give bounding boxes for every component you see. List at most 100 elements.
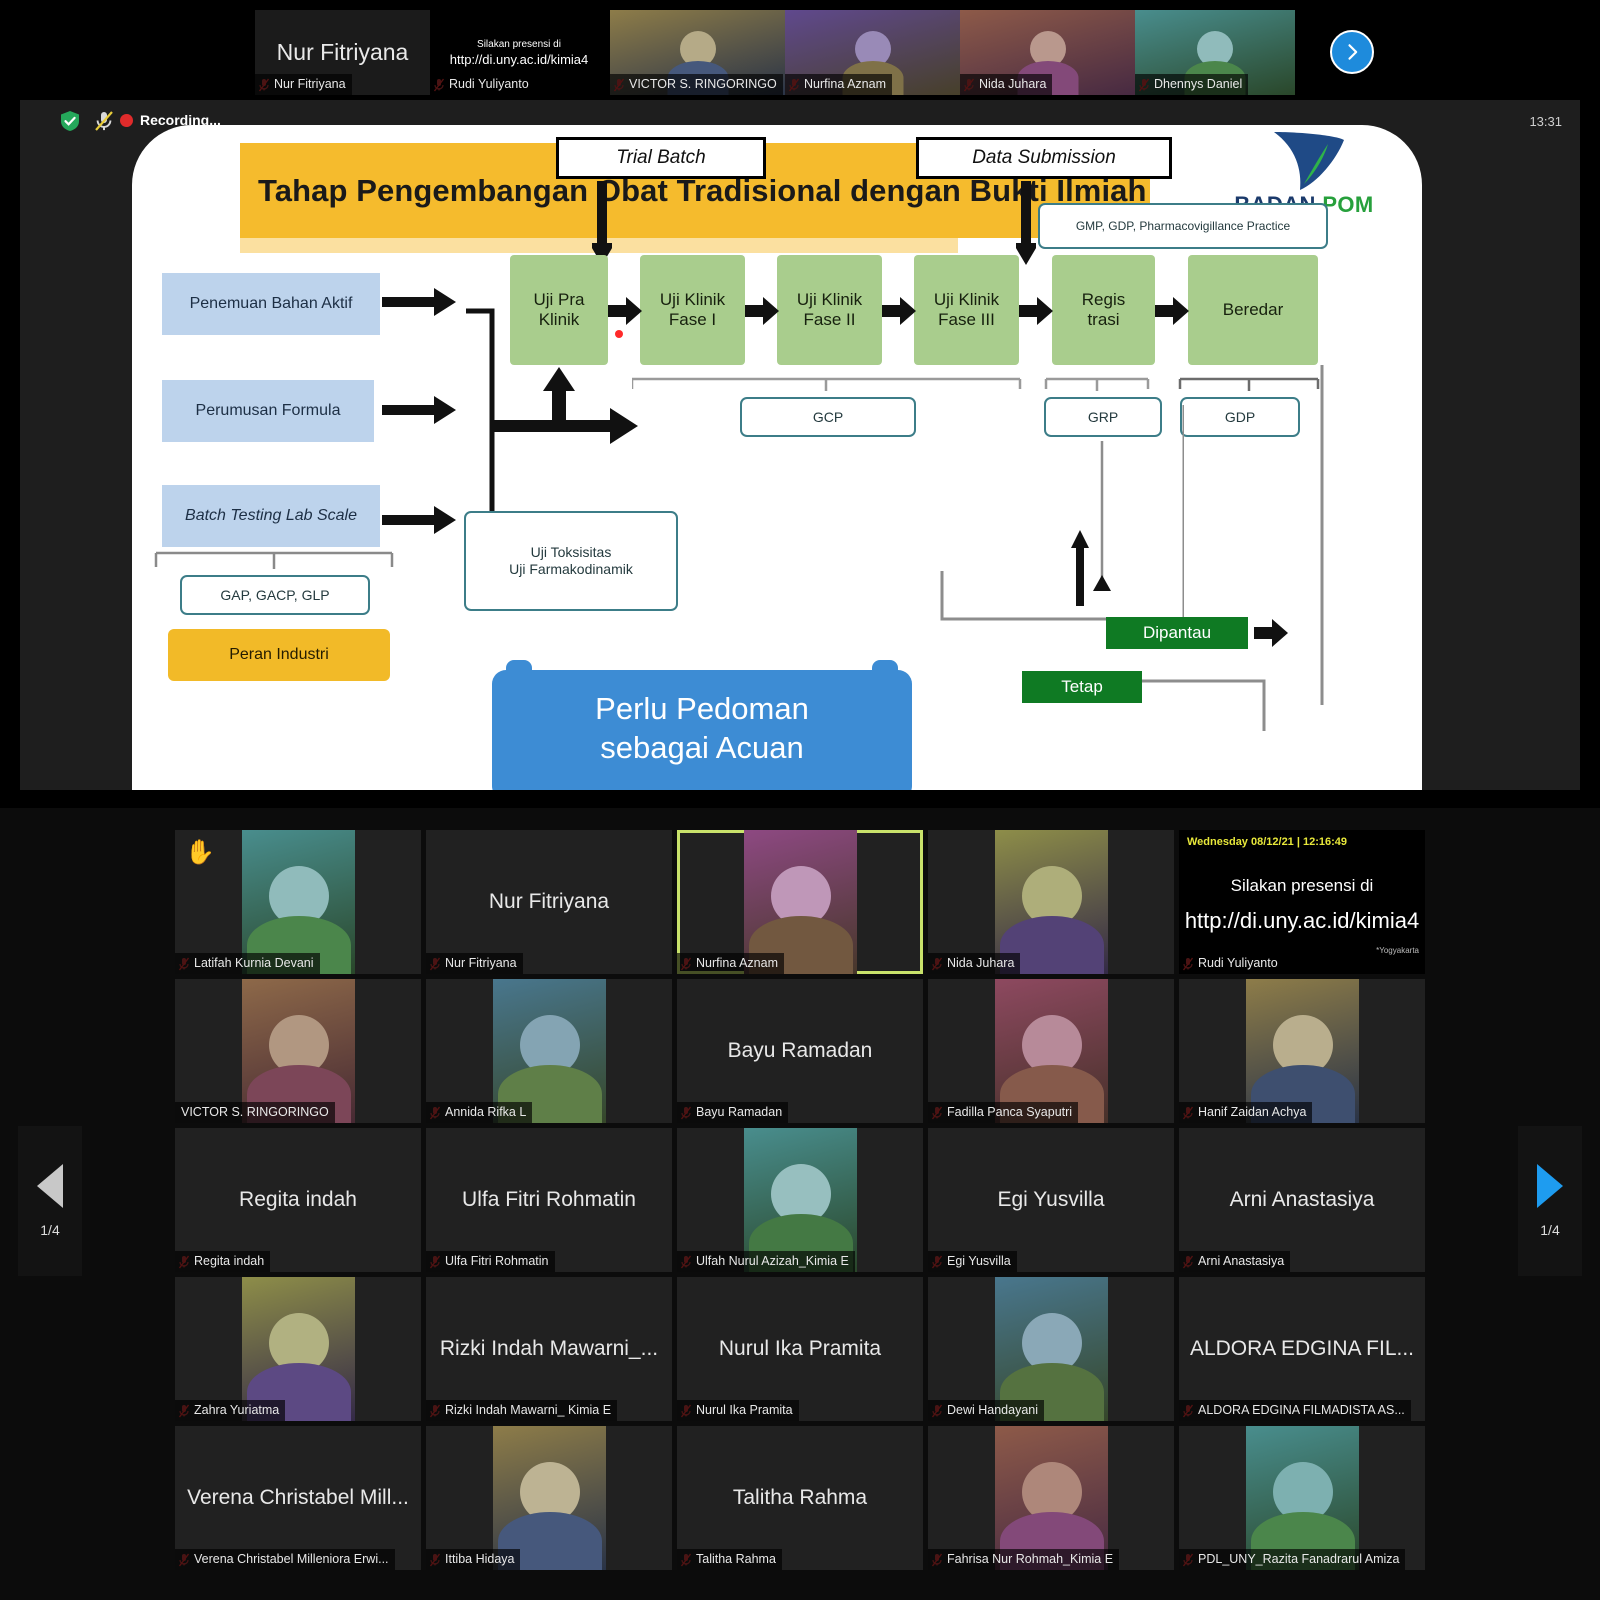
flow-box-2-line-1: Fase II (803, 310, 856, 329)
gallery-view-pane: 1/4 1/4 ✋ Latifah Kurnia Devani Nur Fitriy… (0, 800, 1600, 1600)
participant-gallery: 1/4 1/4 ✋ Latifah Kurnia Devani Nur Fitriy… (0, 808, 1600, 1600)
gallery-next-page-label: 1/4 (1540, 1222, 1560, 1238)
diagram-label-data-submission: Data Submission (916, 137, 1172, 179)
diagram-box-input-0: Penemuan Bahan Aktif (162, 273, 380, 335)
gallery-tile-17[interactable]: Nurul Ika Pramita Nurul Ika Pramita (677, 1277, 923, 1421)
flow-arrow-0 (608, 297, 642, 325)
toxicity-line-1: Uji Farmakodinamik (509, 561, 633, 577)
flow-box-3-line-1: Fase III (938, 310, 995, 329)
filmstrip-name-label-0: Nur Fitriyana (255, 74, 352, 95)
flow-box-3-line-0: Uji Klinik (933, 289, 1000, 309)
gallery-tile-3[interactable]: Nida Juhara (928, 830, 1174, 974)
filmstrip-tile-5[interactable]: Dhennys Daniel (1135, 10, 1295, 95)
gallery-name-label-1: Nur Fitriyana (426, 953, 523, 974)
callout-tab-left (506, 660, 532, 682)
gallery-name-label-2: Nurfina Aznam (677, 953, 784, 974)
flow-box-4-line-1: trasi (1087, 310, 1120, 329)
diagram-box-dipantau: Dipantau (1106, 617, 1248, 649)
flow-box-2-line-0: Uji Klinik (796, 289, 863, 309)
diagram-flow-box-2: Uji Klinik Fase II (777, 255, 882, 365)
gap-bracket (154, 551, 394, 569)
gallery-tile-9[interactable]: Hanif Zaidan Achya (1179, 979, 1425, 1123)
flow-arrow-1 (745, 297, 779, 325)
gallery-tile-11[interactable]: Ulfa Fitri Rohmatin Ulfa Fitri Rohmatin (426, 1128, 672, 1272)
gallery-tile-2[interactable]: Nurfina Aznam (677, 830, 923, 974)
gallery-name-label-11: Ulfa Fitri Rohmatin (426, 1251, 555, 1272)
gallery-name-label-19: ALDORA EDGINA FILMADISTA AS... (1179, 1400, 1411, 1421)
presensi-line-1: Silakan presensi di (477, 38, 561, 50)
meeting-clock: 13:31 (1529, 114, 1562, 129)
gallery-tile-4[interactable]: Wednesday 08/12/21 | 12:16:49 Silakan pre… (1179, 830, 1425, 974)
gallery-next-page-button[interactable]: 1/4 (1518, 1126, 1582, 1276)
gallery-tile-23[interactable]: Fahrisa Nur Rohmah_Kimia E (928, 1426, 1174, 1570)
diagram-flow-box-5: Beredar (1188, 255, 1318, 365)
gallery-name-label-16: Rizki Indah Mawarni_ Kimia E (426, 1400, 618, 1421)
gallery-name-label-9: Hanif Zaidan Achya (1179, 1102, 1313, 1123)
gallery-name-label-20: Verena Christabel Milleniora Erwi... (175, 1549, 395, 1570)
diagram-box-tetap: Tetap (1022, 671, 1142, 703)
shield-check-icon[interactable] (58, 109, 82, 133)
gallery-prev-page-button[interactable]: 1/4 (18, 1126, 82, 1276)
diagram-flow-box-3: Uji Klinik Fase III (914, 255, 1019, 365)
diagram-standard-gdp: GDP (1180, 397, 1300, 437)
gallery-tile-5[interactable]: VICTOR S. RINGORINGO (175, 979, 421, 1123)
gallery-tile-0[interactable]: ✋ Latifah Kurnia Devani (175, 830, 421, 974)
gallery-tile-16[interactable]: Rizki Indah Mawarni_... Rizki Indah Mawar… (426, 1277, 672, 1421)
filmstrip-tile-2[interactable]: VICTOR S. RINGORINGO (610, 10, 786, 95)
presentation-slide: Tahap Pengembangan Obat Tradisional deng… (132, 125, 1422, 790)
gallery-tile-10[interactable]: Regita indah Regita indah (175, 1128, 421, 1272)
gallery-name-label-18: Dewi Handayani (928, 1400, 1045, 1421)
filmstrip-tile-0[interactable]: Nur Fitriyana Nur Fitriyana (255, 10, 430, 95)
gallery-name-label-21: Ittiba Hidaya (426, 1549, 521, 1570)
gallery-tile-8[interactable]: Fadilla Panca Syaputri (928, 979, 1174, 1123)
gallery-tile-24[interactable]: PDL_UNY_Razita Fanadrarul Amiza (1179, 1426, 1425, 1570)
flow-box-5-line-0: Beredar (1222, 299, 1284, 319)
gallery-grid: ✋ Latifah Kurnia Devani Nur Fitriyana Nur F… (175, 830, 1425, 1570)
toxicity-up-arrow (543, 367, 575, 429)
cursor-dot-marker (615, 330, 623, 338)
gallery-name-label-23: Fahrisa Nur Rohmah_Kimia E (928, 1549, 1120, 1570)
standards-span-lines (632, 377, 1320, 391)
gallery-name-label-10: Regita indah (175, 1251, 271, 1272)
gallery-tile-14[interactable]: Arni Anastasiya Arni Anastasiya (1179, 1128, 1425, 1272)
filmstrip-name-label-3: Nurfina Aznam (785, 74, 892, 95)
gallery-tile-1[interactable]: Nur Fitriyana Nur Fitriyana (426, 830, 672, 974)
gallery-tile-18[interactable]: Dewi Handayani (928, 1277, 1174, 1421)
filmstrip-tile-4[interactable]: Nida Juhara (960, 10, 1135, 95)
flow-arrow-2 (882, 297, 916, 325)
diagram-flow-box-1: Uji Klinik Fase I (640, 255, 745, 365)
flow-box-4-line-0: Regis (1081, 289, 1126, 309)
gallery-name-label-12: Ulfah Nurul Azizah_Kimia E (677, 1251, 855, 1272)
gallery-name-label-17: Nurul Ika Pramita (677, 1400, 799, 1421)
chevron-right-icon (1348, 44, 1358, 60)
gallery-tile-19[interactable]: ALDORA EDGINA FIL... ALDORA EDGINA FILMAD… (1179, 1277, 1425, 1421)
filmstrip-next-button[interactable] (1330, 30, 1374, 74)
gallery-tile-22[interactable]: Talitha Rahma Talitha Rahma (677, 1426, 923, 1570)
gallery-name-label-7: Bayu Ramadan (677, 1102, 789, 1123)
diagram-box-input-2: Batch Testing Lab Scale (162, 485, 380, 547)
microphone-muted-icon[interactable] (92, 109, 116, 133)
gallery-tile-20[interactable]: Verena Christabel Mill... Verena Christab… (175, 1426, 421, 1570)
gallery-tile-6[interactable]: Annida Rifka L (426, 979, 672, 1123)
filmstrip-tile-3[interactable]: Nurfina Aznam (785, 10, 960, 95)
diagram-flow-box-0: Uji Pra Klinik (510, 255, 608, 365)
triangle-left-icon (37, 1164, 63, 1208)
gallery-name-label-0: Latifah Kurnia Devani (175, 953, 320, 974)
gallery-tile-12[interactable]: Ulfah Nurul Azizah_Kimia E (677, 1128, 923, 1272)
right-vertical-rule (1320, 365, 1324, 705)
triangle-right-icon (1537, 1164, 1563, 1208)
gallery-tile-7[interactable]: Bayu Ramadan Bayu Ramadan (677, 979, 923, 1123)
raised-hand-icon: ✋ (185, 839, 215, 866)
diagram-note-gmp: GMP, GDP, Pharmacovigillance Practice (1038, 203, 1328, 249)
gallery-tile-21[interactable]: Ittiba Hidaya (426, 1426, 672, 1570)
gallery-tile-13[interactable]: Egi Yusvilla Egi Yusvilla (928, 1128, 1174, 1272)
gallery-tile-15[interactable]: Zahra Yuriatma (175, 1277, 421, 1421)
flow-box-0-line-0: Uji Pra (533, 289, 585, 309)
gallery-prev-page-label: 1/4 (40, 1222, 60, 1238)
filmstrip-name-label-4: Nida Juhara (960, 74, 1053, 95)
gallery-name-label-8: Fadilla Panca Syaputri (928, 1102, 1079, 1123)
participant-filmstrip[interactable]: Nur Fitriyana Nur Fitriyana Silakan presen… (0, 10, 1600, 95)
gallery-name-label-24: PDL_UNY_Razita Fanadrarul Amiza (1179, 1549, 1406, 1570)
gallery-name-label-5: VICTOR S. RINGORINGO (175, 1102, 335, 1123)
filmstrip-tile-1[interactable]: Silakan presensi di http://di.uny.ac.id/k… (430, 10, 608, 95)
